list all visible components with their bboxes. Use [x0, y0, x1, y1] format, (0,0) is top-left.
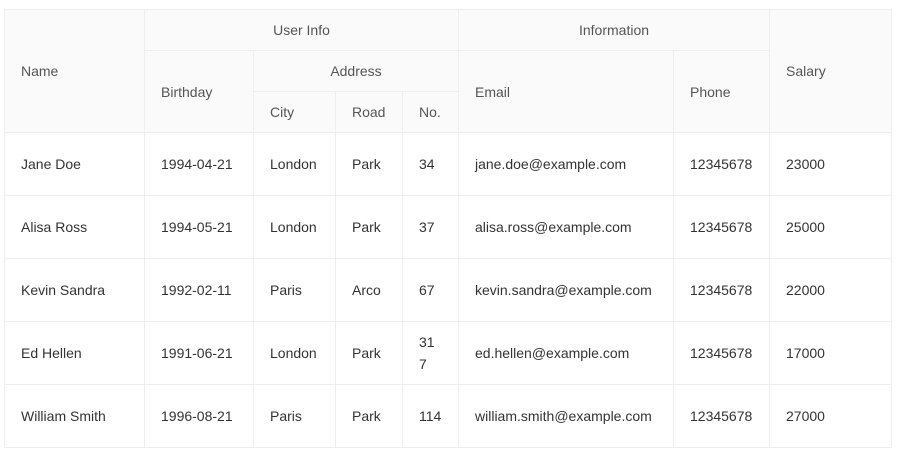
cell-name: Alisa Ross — [4, 195, 145, 259]
header-address: Address — [253, 50, 459, 92]
cell-birthday: 1996-08-21 — [144, 384, 254, 448]
table-row: Ed Hellen 1991-06-21 London Park 317 ed.… — [4, 321, 893, 385]
header-birthday: Birthday — [144, 50, 254, 133]
cell-no: 67 — [402, 258, 459, 322]
table-row: William Smith 1996-08-21 Paris Park 114 … — [4, 384, 893, 448]
cell-salary: 22000 — [769, 258, 893, 322]
cell-name: Ed Hellen — [4, 321, 145, 385]
cell-road: Park — [335, 195, 403, 259]
table-header: Name User Info Information Salary Birthd… — [4, 9, 893, 133]
cell-birthday: 1994-04-21 — [144, 132, 254, 196]
table-row: Jane Doe 1994-04-21 London Park 34 jane.… — [4, 132, 893, 196]
cell-city: London — [253, 321, 336, 385]
cell-no: 114 — [402, 384, 459, 448]
cell-city: London — [253, 132, 336, 196]
cell-no: 317 — [402, 321, 459, 385]
cell-city: London — [253, 195, 336, 259]
cell-city: Paris — [253, 258, 336, 322]
cell-road: Park — [335, 132, 403, 196]
cell-email: alisa.ross@example.com — [458, 195, 674, 259]
cell-phone: 12345678 — [672, 384, 771, 448]
cell-birthday: 1991-06-21 — [144, 321, 254, 385]
header-no: No. — [402, 91, 459, 133]
cell-no: 37 — [402, 195, 459, 259]
cell-name: Jane Doe — [4, 132, 145, 196]
cell-name: Kevin Sandra — [4, 258, 145, 322]
header-name: Name — [4, 9, 145, 133]
cell-phone: 12345678 — [672, 132, 771, 196]
header-email: Email — [458, 50, 674, 133]
header-city: City — [253, 91, 336, 133]
data-table-container: Name User Info Information Salary Birthd… — [4, 9, 893, 448]
cell-email: ed.hellen@example.com — [458, 321, 674, 385]
cell-salary: 25000 — [769, 195, 893, 259]
cell-birthday: 1992-02-11 — [144, 258, 254, 322]
cell-salary: 17000 — [769, 321, 893, 385]
cell-no: 34 — [402, 132, 459, 196]
cell-road: Park — [335, 321, 403, 385]
cell-road: Park — [335, 384, 403, 448]
cell-salary: 27000 — [769, 384, 893, 448]
header-user-info: User Info — [144, 9, 459, 51]
cell-email: william.smith@example.com — [458, 384, 674, 448]
cell-road: Arco — [335, 258, 403, 322]
cell-birthday: 1994-05-21 — [144, 195, 254, 259]
cell-name: William Smith — [4, 384, 145, 448]
cell-salary: 23000 — [769, 132, 893, 196]
cell-city: Paris — [253, 384, 336, 448]
header-information: Information — [457, 9, 771, 51]
user-table: Name User Info Information Salary Birthd… — [4, 9, 893, 448]
cell-email: jane.doe@example.com — [458, 132, 674, 196]
table-row: Alisa Ross 1994-05-21 London Park 37 ali… — [4, 195, 893, 259]
header-road: Road — [335, 91, 403, 133]
table-body: Jane Doe 1994-04-21 London Park 34 jane.… — [4, 132, 893, 448]
header-phone: Phone — [672, 50, 771, 133]
cell-phone: 12345678 — [672, 195, 771, 259]
cell-phone: 12345678 — [672, 321, 771, 385]
cell-email: kevin.sandra@example.com — [458, 258, 674, 322]
cell-phone: 12345678 — [672, 258, 771, 322]
table-row: Kevin Sandra 1992-02-11 Paris Arco 67 ke… — [4, 258, 893, 322]
header-salary: Salary — [769, 9, 893, 133]
